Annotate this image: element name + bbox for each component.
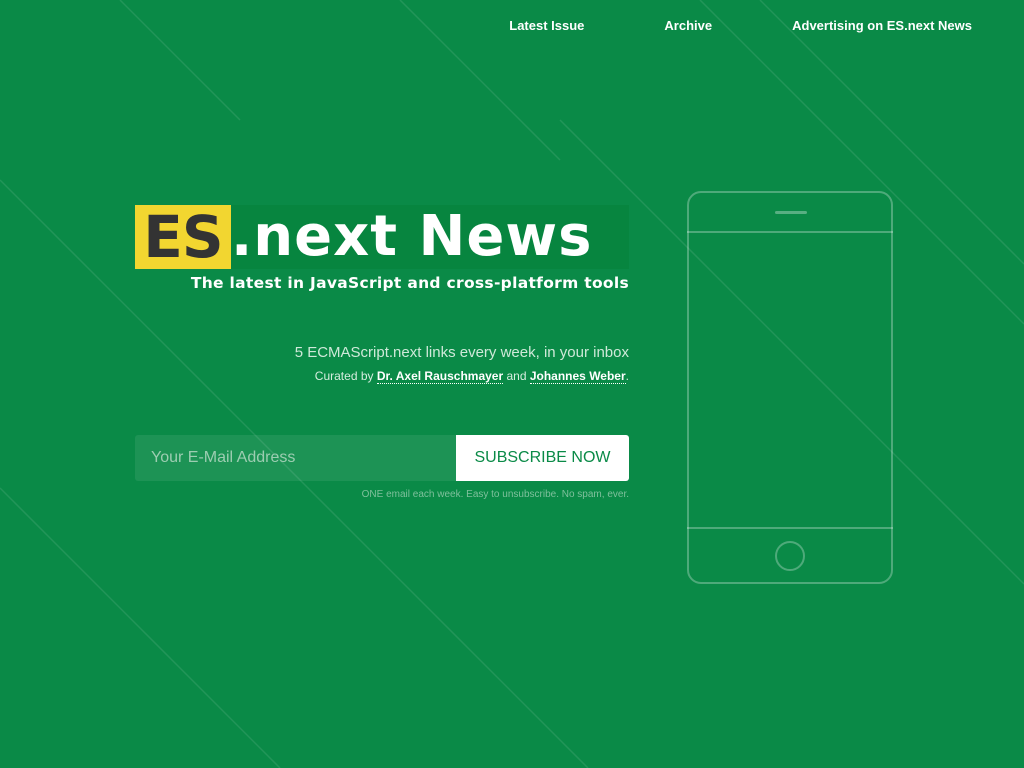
- site-tagline: The latest in JavaScript and cross-platf…: [190, 274, 629, 292]
- phone-screen: [687, 231, 893, 529]
- curated-by-line: Curated by Dr. Axel Rauschmayer and Joha…: [314, 369, 629, 384]
- top-navigation: Latest Issue Archive Advertising on ES.n…: [509, 17, 972, 35]
- intro-headline: 5 ECMAScript.next links every week, in y…: [294, 344, 629, 361]
- curator-link-axel[interactable]: Dr. Axel Rauschmayer: [376, 369, 504, 384]
- curator-link-johannes[interactable]: Johannes Weber: [529, 369, 626, 384]
- subscribe-button[interactable]: SUBSCRIBE NOW: [456, 435, 629, 481]
- email-input[interactable]: [135, 435, 456, 481]
- phone-home-button: [775, 541, 805, 571]
- phone-speaker: [775, 211, 807, 214]
- nav-link-advertising[interactable]: Advertising on ES.next News: [792, 17, 972, 35]
- logo-text: .next News: [231, 205, 629, 269]
- curated-suffix: .: [625, 369, 629, 383]
- curated-prefix: Curated by: [314, 369, 377, 383]
- subscribe-form: SUBSCRIBE NOW: [135, 435, 629, 481]
- nav-link-latest-issue[interactable]: Latest Issue: [509, 17, 584, 35]
- smartphone-outline-icon: [687, 191, 893, 584]
- site-logo: ES .next News: [135, 205, 629, 269]
- subscribe-fineprint: ONE email each week. Easy to unsubscribe…: [361, 489, 629, 500]
- logo-highlight: ES: [135, 205, 231, 269]
- curated-and: and: [503, 369, 530, 383]
- nav-link-archive[interactable]: Archive: [664, 17, 712, 35]
